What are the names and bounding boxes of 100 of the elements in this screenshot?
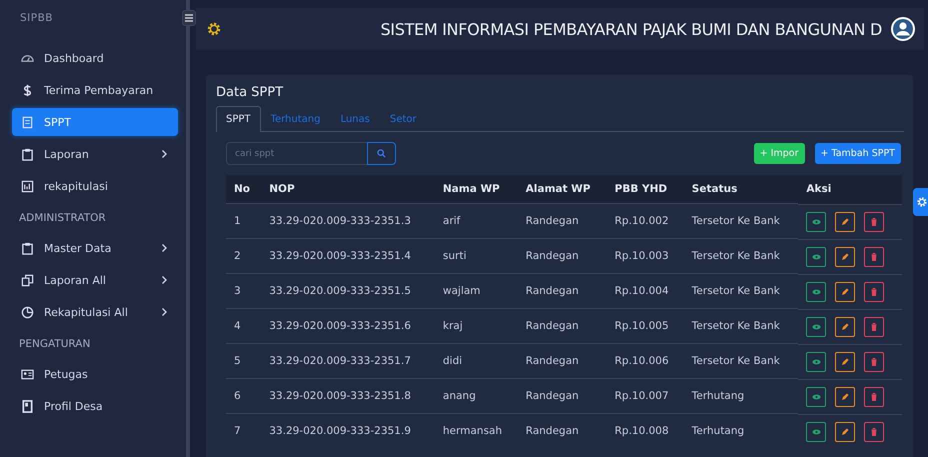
column-header: Aksi [806,183,832,196]
search-field[interactable]: cari sppt [226,142,367,165]
sidebar-item[interactable]: Master Data [12,234,178,262]
id-card-icon [21,368,34,380]
table-cell: 4 [234,320,241,332]
pencil-icon [841,288,850,296]
sidebar-item[interactable]: Rekapitulasi All [12,298,178,326]
trash-icon [871,288,878,296]
table-cell: Randegan [526,320,579,332]
trash-icon [871,428,878,436]
document-icon [21,116,34,128]
table-cell: anang [442,390,476,402]
delete-button[interactable] [864,246,884,266]
gear-icon [916,195,928,209]
sidebar-item[interactable]: Laporan All [12,266,178,294]
table-cell: Randegan [526,355,579,367]
edit-button[interactable] [835,282,856,302]
clipboard-icon [21,242,34,254]
table-cell: Randegan [526,425,579,438]
edit-button[interactable] [835,246,856,266]
table-cell: 6 [234,390,241,402]
edit-button[interactable] [835,316,856,336]
section-heading: ADMINISTRATOR [18,211,107,226]
table-cell: Rp.10.007 [614,390,669,402]
table-cell: 33.29-020.009-333-2351.7 [269,355,411,367]
sidebar-item[interactable]: Terima Pembayaran [12,76,178,104]
table-cell: didi [442,355,462,367]
delete-button[interactable] [864,316,884,336]
edit-button[interactable] [835,422,856,442]
view-button[interactable] [806,316,826,336]
sidebar-item[interactable]: Petugas [12,360,178,388]
add-button[interactable]: + Tambah SPPT [814,143,901,164]
table-cell: 5 [234,355,241,367]
tab[interactable]: SPPT [216,106,261,132]
trash-icon [871,252,878,260]
table-cell: Randegan [526,390,579,402]
trash-icon [871,358,878,366]
table-cell: 33.29-020.009-333-2351.8 [269,390,411,402]
table-cell: 33.29-020.009-333-2351.3 [269,215,411,227]
table-cell: 33.29-020.009-333-2351.5 [269,285,411,297]
sidebar-item[interactable]: SPPT [12,108,178,136]
table-cell: Tersetor Ke Bank [692,355,780,367]
column-header: NOP [269,183,295,195]
eye-icon [812,428,821,434]
table-cell: Rp.10.006 [614,355,669,367]
pencil-icon [841,428,850,436]
table-cell: arif [442,215,460,227]
eye-icon [812,358,821,364]
settings-icon[interactable] [206,21,222,37]
delete-button[interactable] [864,212,884,232]
view-button[interactable] [806,386,826,406]
table-cell: Terhutang [692,390,744,402]
avatar-icon[interactable] [890,16,916,42]
table-cell: 33.29-020.009-333-2351.9 [269,425,411,438]
pencil-icon [841,358,850,366]
view-button[interactable] [806,282,826,302]
dollar-icon [21,84,34,96]
eye-icon [812,324,821,330]
table-cell: Tersetor Ke Bank [692,320,780,332]
column-header: Alamat WP [526,183,590,195]
table-cell: Randegan [526,285,579,297]
table-cell: 1 [234,215,241,227]
edit-button[interactable] [835,386,856,406]
eye-icon [812,218,821,224]
table-cell: Rp.10.008 [614,425,669,438]
delete-button[interactable] [864,386,884,406]
edit-button[interactable] [835,352,856,372]
table-cell: Rp.10.003 [614,250,669,262]
section-heading: PENGATURAN [18,337,92,352]
copy-icon [21,274,34,286]
search-icon [377,149,386,158]
view-button[interactable] [806,422,826,442]
menu-button[interactable] [182,10,196,26]
column-header: PBB YHD [614,183,668,195]
trash-icon [871,218,878,226]
table-cell: 3 [234,285,241,297]
table-cell: Terhutang [692,425,744,438]
sidebar-item[interactable]: Dashboard [12,44,178,72]
delete-button[interactable] [864,352,884,372]
view-button[interactable] [806,352,826,372]
view-button[interactable] [806,212,826,232]
table-cell: 7 [234,425,241,438]
delete-button[interactable] [864,422,884,442]
pencil-icon [841,322,850,330]
trash-icon [871,322,878,330]
table-cell: hermansah [442,425,502,438]
sidebar-item[interactable]: Laporan [12,140,178,168]
eye-icon [812,288,821,294]
table-cell: Rp.10.005 [614,320,669,332]
view-button[interactable] [806,246,826,266]
card-title: Data SPPT [216,85,284,100]
settings-button[interactable] [913,188,928,216]
search-button[interactable] [367,142,396,165]
column-header: No [234,183,250,195]
edit-button[interactable] [835,212,856,232]
sidebar-item[interactable]: rekapitulasi [12,172,178,200]
sidebar-item[interactable]: Profil Desa [12,392,178,420]
table-cell: Randegan [526,250,579,262]
delete-button[interactable] [864,282,884,302]
clock-icon [21,306,34,318]
